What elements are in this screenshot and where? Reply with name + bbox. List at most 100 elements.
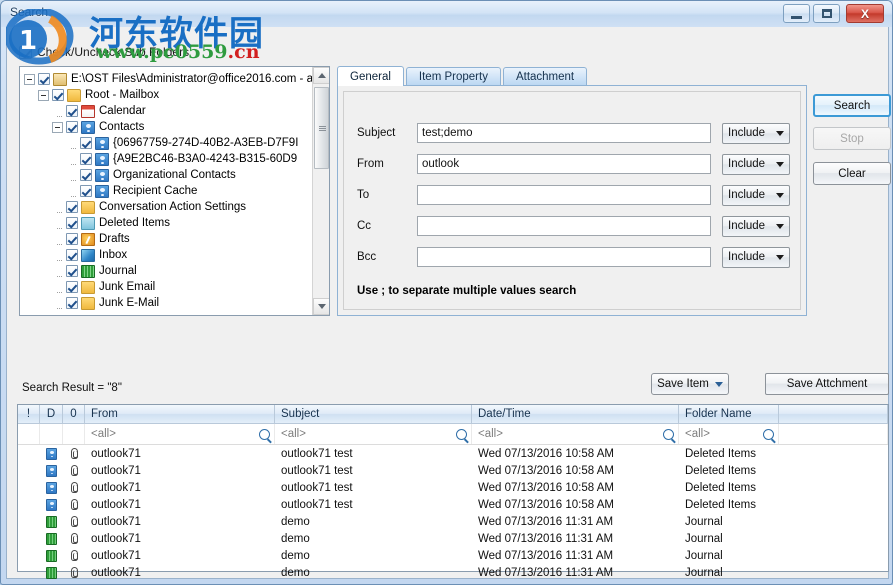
tree-node[interactable]: Organizational Contacts (24, 167, 312, 183)
table-row[interactable]: outlook71outlook71 testWed 07/13/2016 10… (18, 496, 888, 513)
attachment-cell (63, 550, 85, 561)
tree-node-checkbox[interactable] (66, 217, 78, 229)
table-row[interactable]: outlook71outlook71 testWed 07/13/2016 10… (18, 462, 888, 479)
column-header-attachment[interactable]: 0 (63, 405, 85, 423)
collapse-icon[interactable] (38, 90, 49, 101)
input-from[interactable]: outlook (417, 154, 711, 174)
search-icon[interactable] (663, 429, 674, 440)
table-row[interactable]: outlook71outlook71 testWed 07/13/2016 10… (18, 445, 888, 462)
input-bcc[interactable] (417, 247, 711, 267)
scroll-up-icon[interactable] (313, 67, 330, 84)
tree-node-checkbox[interactable] (80, 169, 92, 181)
condition-select-subject[interactable]: Include (722, 123, 790, 144)
tree-node-checkbox[interactable] (38, 73, 50, 85)
scroll-down-icon[interactable] (313, 298, 330, 315)
column-filter-from[interactable]: <all> (85, 424, 275, 444)
column-filter-spare[interactable] (779, 424, 888, 444)
tree-node[interactable]: Inbox (24, 247, 312, 263)
tab-general[interactable]: General (337, 66, 404, 86)
condition-select-from[interactable]: Include (722, 154, 790, 175)
contact-icon (46, 499, 57, 511)
tree-node-checkbox[interactable] (66, 281, 78, 293)
tree-node[interactable]: {06967759-274D-40B2-A3EB-D7F9I (24, 135, 312, 151)
clear-button[interactable]: Clear (813, 162, 891, 185)
tree-node[interactable]: Root - Mailbox (24, 87, 312, 103)
tree-node-checkbox[interactable] (66, 121, 78, 133)
column-filter-type[interactable] (40, 424, 63, 444)
tree-node-checkbox[interactable] (66, 297, 78, 309)
table-row[interactable]: outlook71outlook71 testWed 07/13/2016 10… (18, 479, 888, 496)
save-attachment-button[interactable]: Save Attchment (765, 373, 889, 395)
input-subject[interactable]: test;demo (417, 123, 711, 143)
condition-select-cc[interactable]: Include (722, 216, 790, 237)
column-filter-datetime[interactable]: <all> (472, 424, 679, 444)
folder-tree[interactable]: E:\OST Files\Administrator@office2016.co… (19, 66, 330, 316)
column-filter-attachment[interactable] (63, 424, 85, 444)
folder-tree-scrollbar[interactable] (312, 67, 329, 315)
input-to[interactable] (417, 185, 711, 205)
tree-node[interactable]: Conversation Action Settings (24, 199, 312, 215)
tree-node[interactable]: Junk Email (24, 279, 312, 295)
tree-node-checkbox[interactable] (52, 89, 64, 101)
save-item-button[interactable]: Save Item (651, 373, 729, 395)
column-header-subject[interactable]: Subject (275, 405, 472, 423)
tree-node[interactable]: Drafts (24, 231, 312, 247)
tree-node-checkbox[interactable] (80, 185, 92, 197)
tree-node[interactable]: Calendar (24, 103, 312, 119)
journal-item-icon (40, 533, 63, 545)
collapse-icon[interactable] (52, 122, 63, 133)
table-row[interactable]: outlook71demoWed 07/13/2016 11:31 AMJour… (18, 530, 888, 547)
tree-node-checkbox[interactable] (66, 105, 78, 117)
minimize-button[interactable] (783, 4, 810, 23)
column-header-type[interactable]: D (40, 405, 63, 423)
tree-node[interactable]: Journal (24, 263, 312, 279)
column-header-folder[interactable]: Folder Name (679, 405, 779, 423)
tree-node-checkbox[interactable] (66, 265, 78, 277)
tree-node-checkbox[interactable] (80, 137, 92, 149)
tree-node-checkbox[interactable] (66, 249, 78, 261)
search-icon[interactable] (456, 429, 467, 440)
scrollbar-thumb[interactable] (314, 87, 329, 169)
tree-node[interactable]: E:\OST Files\Administrator@office2016.co… (24, 71, 312, 87)
maximize-button[interactable] (813, 4, 840, 23)
folder-icon (81, 281, 95, 294)
condition-value: Include (728, 251, 765, 263)
column-header-datetime[interactable]: Date/Time (472, 405, 679, 423)
results-grid-header: !D0FromSubjectDate/TimeFolder Name (18, 405, 888, 424)
tree-node[interactable]: Deleted Items (24, 215, 312, 231)
condition-select-to[interactable]: Include (722, 185, 790, 206)
column-filter-folder[interactable]: <all> (679, 424, 779, 444)
tab-item-property[interactable]: Item Property (406, 67, 501, 86)
check-sub-folders-label: Check/Uncheck Sub Folders (37, 45, 189, 59)
search-icon[interactable] (763, 429, 774, 440)
table-row[interactable]: outlook71demoWed 07/13/2016 11:31 AMJour… (18, 564, 888, 581)
column-header-from[interactable]: From (85, 405, 275, 423)
tree-node-checkbox[interactable] (66, 233, 78, 245)
input-cc[interactable] (417, 216, 711, 236)
tab-attachment[interactable]: Attachment (503, 67, 587, 86)
results-grid[interactable]: !D0FromSubjectDate/TimeFolder Name <all>… (17, 404, 889, 572)
table-row[interactable]: outlook71demoWed 07/13/2016 11:31 AMJour… (18, 513, 888, 530)
column-header-priority[interactable]: ! (18, 405, 40, 423)
results-grid-filter-row[interactable]: <all><all><all><all> (18, 424, 888, 445)
column-filter-priority[interactable] (18, 424, 40, 444)
collapse-icon[interactable] (24, 74, 35, 85)
check-sub-folders-row[interactable]: Check/Uncheck Sub Folders (19, 45, 189, 59)
column-filter-subject[interactable]: <all> (275, 424, 472, 444)
cell-subject: outlook71 test (275, 499, 472, 511)
tree-node-checkbox[interactable] (66, 201, 78, 213)
tree-node[interactable]: Contacts (24, 119, 312, 135)
tree-node-checkbox[interactable] (80, 153, 92, 165)
tree-node[interactable]: Junk E-Mail (24, 295, 312, 311)
column-header-spare[interactable] (779, 405, 888, 423)
check-sub-folders-checkbox[interactable] (19, 46, 32, 59)
search-button[interactable]: Search (813, 94, 891, 117)
condition-select-bcc[interactable]: Include (722, 247, 790, 268)
search-icon[interactable] (259, 429, 270, 440)
stop-button[interactable]: Stop (813, 127, 891, 150)
attachment-cell (63, 482, 85, 493)
tree-node[interactable]: Recipient Cache (24, 183, 312, 199)
close-button[interactable]: X (846, 4, 884, 23)
table-row[interactable]: outlook71demoWed 07/13/2016 11:31 AMJour… (18, 547, 888, 564)
tree-node[interactable]: {A9E2BC46-B3A0-4243-B315-60D9 (24, 151, 312, 167)
